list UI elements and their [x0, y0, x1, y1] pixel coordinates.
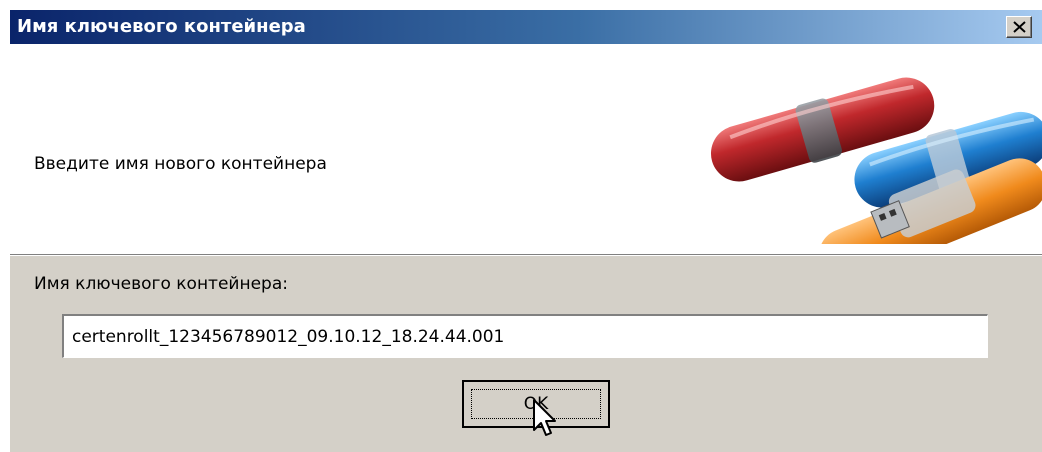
- banner-prompt: Введите имя нового контейнера: [34, 154, 327, 174]
- close-icon: [1013, 21, 1026, 33]
- close-button[interactable]: [1006, 16, 1032, 38]
- container-name-input[interactable]: [62, 314, 988, 358]
- container-name-label: Имя ключевого контейнера:: [34, 274, 288, 294]
- mouse-cursor-icon: [533, 399, 556, 436]
- key-container-dialog: Имя ключевого контейнера Введите имя нов…: [10, 10, 1042, 452]
- banner-divider: [10, 255, 1042, 256]
- window-title: Имя ключевого контейнера: [17, 16, 306, 37]
- header-banner: Введите имя нового контейнера: [10, 44, 1042, 255]
- title-bar[interactable]: Имя ключевого контейнера: [10, 10, 1042, 44]
- usb-token-icon: [710, 77, 1042, 244]
